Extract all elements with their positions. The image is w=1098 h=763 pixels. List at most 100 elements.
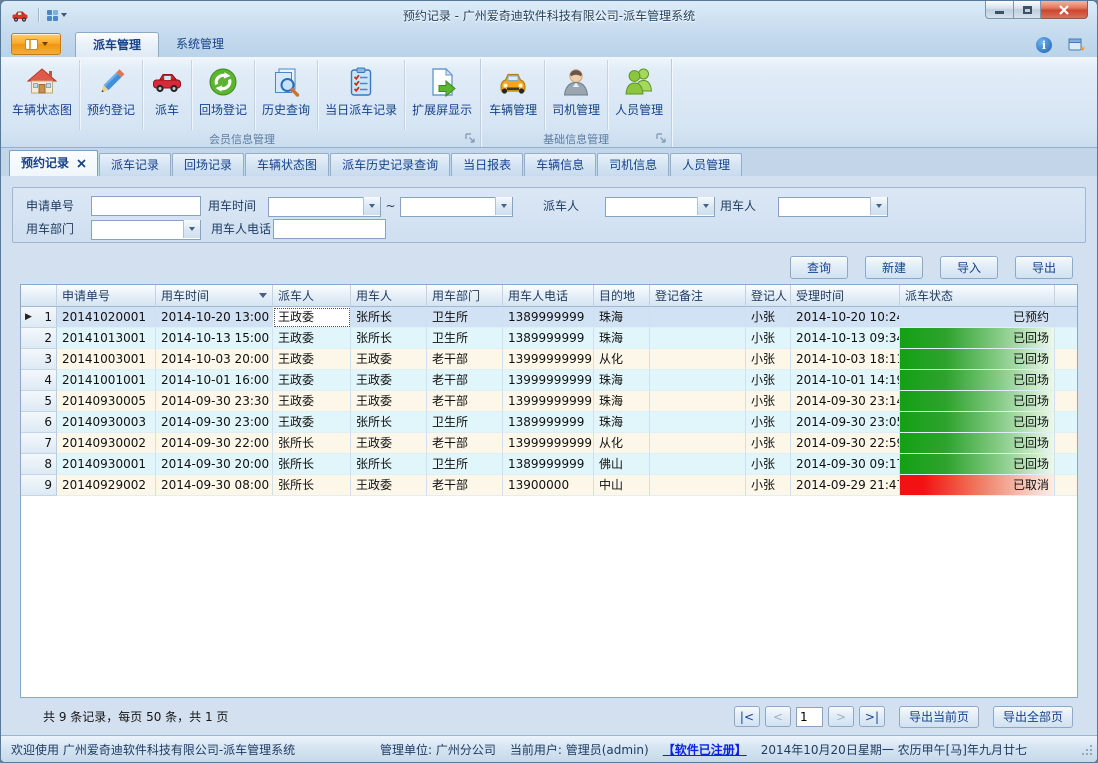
new-button[interactable]: 新建 <box>865 256 923 279</box>
use-time-from-combo[interactable] <box>268 196 381 216</box>
ribbon-button-history-query[interactable]: 历史查询 <box>254 60 317 130</box>
cell-user[interactable]: 张所长 <box>351 328 427 349</box>
doc-tab-return-records[interactable]: 回场记录 <box>172 153 244 176</box>
cell-dispatch-status[interactable]: 已预约 <box>900 307 1055 328</box>
close-button[interactable] <box>1041 1 1088 19</box>
cell-destination[interactable]: 珠海 <box>594 328 650 349</box>
cell-registrar[interactable]: 小张 <box>746 454 791 475</box>
maximize-button[interactable] <box>1014 1 1041 19</box>
ribbon-tab-dispatch[interactable]: 派车管理 <box>75 32 159 57</box>
cell-accept-time[interactable]: 2014-09-30 23:14 <box>791 391 900 412</box>
cell-dept[interactable]: 卫生所 <box>427 412 503 433</box>
cell-remark[interactable] <box>650 370 746 391</box>
dropdown-arrow-icon[interactable] <box>183 220 200 238</box>
cell-registrar[interactable]: 小张 <box>746 328 791 349</box>
row-header-cell[interactable]: 4 <box>21 370 57 391</box>
cell-accept-time[interactable]: 2014-10-13 09:34 <box>791 328 900 349</box>
license-registered-link[interactable]: 【软件已注册】 <box>663 741 747 758</box>
import-button[interactable]: 导入 <box>940 256 998 279</box>
cell-dispatcher[interactable]: 王政委 <box>273 328 351 349</box>
cell-user[interactable]: 王政委 <box>351 475 427 496</box>
app-menu-button[interactable] <box>11 33 61 55</box>
col-header-order-no[interactable]: 申请单号 <box>57 285 156 307</box>
first-page-button[interactable]: |< <box>734 706 760 727</box>
cell-phone[interactable]: 13900000 <box>503 475 594 496</box>
col-header-phone[interactable]: 用车人电话 <box>503 285 594 307</box>
row-header-cell[interactable]: 3 <box>21 349 57 370</box>
collapse-ribbon-icon[interactable] <box>1012 42 1021 48</box>
cell-destination[interactable]: 从化 <box>594 349 650 370</box>
cell-registrar[interactable]: 小张 <box>746 307 791 328</box>
cell-use-time[interactable]: 2014-10-03 20:00 <box>156 349 273 370</box>
ribbon-button-dispatch[interactable]: 派车 <box>142 60 191 130</box>
cell-dept[interactable]: 老干部 <box>427 370 503 391</box>
cell-dispatch-status[interactable]: 已取消 <box>900 475 1055 496</box>
cell-dept[interactable]: 卫生所 <box>427 307 503 328</box>
col-header-destination[interactable]: 目的地 <box>594 285 650 307</box>
cell-user[interactable]: 王政委 <box>351 349 427 370</box>
dropdown-arrow-icon[interactable] <box>870 197 887 215</box>
table-row[interactable]: 9 20140929002 2014-09-30 08:00 张所长 王政委 老… <box>21 475 1077 496</box>
table-row[interactable]: 3 20141003001 2014-10-03 20:00 王政委 王政委 老… <box>21 349 1077 370</box>
cell-dispatcher[interactable]: 王政委 <box>273 391 351 412</box>
cell-accept-time[interactable]: 2014-10-20 10:24 <box>791 307 900 328</box>
use-time-to-combo[interactable] <box>400 196 513 216</box>
cell-dept[interactable]: 老干部 <box>427 475 503 496</box>
cell-dispatch-status[interactable]: 已回场 <box>900 349 1055 370</box>
cell-order-no[interactable]: 20140929002 <box>57 475 156 496</box>
cell-user[interactable]: 王政委 <box>351 433 427 454</box>
dropdown-arrow-icon[interactable] <box>495 197 512 215</box>
cell-remark[interactable] <box>650 391 746 412</box>
cell-phone[interactable]: 13999999999 <box>503 391 594 412</box>
dept-combo[interactable] <box>91 219 201 239</box>
cell-use-time[interactable]: 2014-09-30 23:30 <box>156 391 273 412</box>
cell-dispatch-status[interactable]: 已回场 <box>900 370 1055 391</box>
cell-order-no[interactable]: 20140930002 <box>57 433 156 454</box>
cell-use-time[interactable]: 2014-10-20 13:00 <box>156 307 273 328</box>
cell-phone[interactable]: 1389999999 <box>503 307 594 328</box>
row-header-cell[interactable]: 2 <box>21 328 57 349</box>
cell-order-no[interactable]: 20140930001 <box>57 454 156 475</box>
dropdown-arrow-icon[interactable] <box>363 197 380 215</box>
cell-use-time[interactable]: 2014-10-13 15:00 <box>156 328 273 349</box>
ribbon-button-personnel-manage[interactable]: 人员管理 <box>607 60 670 130</box>
row-header-cell[interactable]: ▶ 1 <box>21 307 57 328</box>
cell-destination[interactable]: 中山 <box>594 475 650 496</box>
cell-user[interactable]: 王政委 <box>351 370 427 391</box>
cell-phone[interactable]: 1389999999 <box>503 328 594 349</box>
cell-accept-time[interactable]: 2014-09-29 21:47 <box>791 475 900 496</box>
cell-use-time[interactable]: 2014-09-30 23:00 <box>156 412 273 433</box>
query-button[interactable]: 查询 <box>790 256 848 279</box>
cell-registrar[interactable]: 小张 <box>746 433 791 454</box>
cell-phone[interactable]: 1389999999 <box>503 412 594 433</box>
table-row[interactable]: ▶ 1 20141020001 2014-10-20 13:00 王政委 张所长… <box>21 307 1077 328</box>
cell-destination[interactable]: 珠海 <box>594 370 650 391</box>
cell-order-no[interactable]: 20141001001 <box>57 370 156 391</box>
table-row[interactable]: 8 20140930001 2014-09-30 20:00 张所长 张所长 卫… <box>21 454 1077 475</box>
resize-grip[interactable] <box>1081 744 1093 756</box>
cell-destination[interactable]: 佛山 <box>594 454 650 475</box>
row-header-cell[interactable]: 6 <box>21 412 57 433</box>
cell-dispatch-status[interactable]: 已回场 <box>900 391 1055 412</box>
quick-access-toolbar-button[interactable] <box>44 8 70 23</box>
doc-tab-driver-info[interactable]: 司机信息 <box>597 153 669 176</box>
table-row[interactable]: 5 20140930005 2014-09-30 23:30 王政委 王政委 老… <box>21 391 1077 412</box>
cell-user[interactable]: 张所长 <box>351 307 427 328</box>
cell-accept-time[interactable]: 2014-09-30 23:05 <box>791 412 900 433</box>
cell-use-time[interactable]: 2014-09-30 20:00 <box>156 454 273 475</box>
ribbon-tab-system[interactable]: 系统管理 <box>159 32 241 57</box>
cell-dept[interactable]: 老干部 <box>427 391 503 412</box>
doc-tab-reservation-records[interactable]: 预约记录 <box>9 150 98 176</box>
cell-dispatcher[interactable]: 张所长 <box>273 433 351 454</box>
phone-input[interactable] <box>273 219 386 239</box>
col-header-registrar[interactable]: 登记人 <box>746 285 791 307</box>
cell-use-time[interactable]: 2014-10-01 16:00 <box>156 370 273 391</box>
cell-registrar[interactable]: 小张 <box>746 475 791 496</box>
doc-tab-personnel-manage[interactable]: 人员管理 <box>670 153 742 176</box>
col-header-dispatcher[interactable]: 派车人 <box>273 285 351 307</box>
cell-destination[interactable]: 珠海 <box>594 412 650 433</box>
ribbon-button-vehicle-status-map[interactable]: 车辆状态图 <box>5 60 79 130</box>
cell-dispatch-status[interactable]: 已回场 <box>900 433 1055 454</box>
table-row[interactable]: 4 20141001001 2014-10-01 16:00 王政委 王政委 老… <box>21 370 1077 391</box>
cell-order-no[interactable]: 20140930003 <box>57 412 156 433</box>
